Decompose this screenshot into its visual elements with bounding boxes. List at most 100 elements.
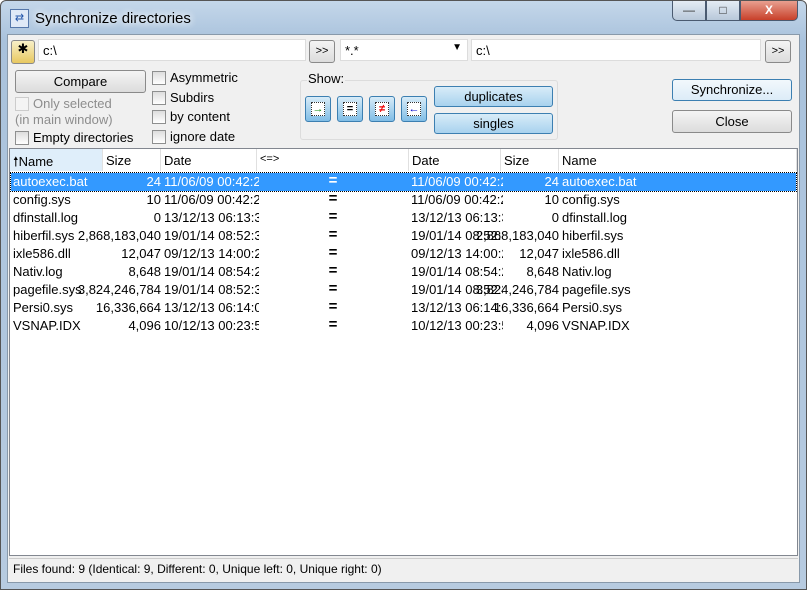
app-icon: ⇄	[10, 9, 29, 28]
cell-left-size: 2,868,183,040	[77, 228, 161, 243]
only-selected-label: Only selected	[33, 96, 112, 111]
not-equal-icon: ≠	[375, 102, 389, 116]
left-path-input[interactable]: c:\	[38, 39, 306, 61]
table-row[interactable]: autoexec.bat 24 11/06/09 00:42:20 = 11/06/09…	[10, 172, 797, 192]
table-row[interactable]: Persi0.sys 16,336,664 13/12/13 06:14:05 = 13…	[11, 298, 796, 317]
show-left-newer-button[interactable]: →	[305, 96, 331, 122]
cell-right-name: Persi0.sys	[562, 300, 622, 315]
cell-right-name: autoexec.bat	[562, 174, 637, 189]
column-header-right-name[interactable]: Name	[559, 149, 797, 171]
arrow-right-icon: →	[311, 102, 325, 116]
column-header-compare[interactable]: <=>	[257, 149, 409, 171]
close-window-button[interactable]: X	[740, 1, 798, 21]
cell-right-name: ixle586.dll	[562, 246, 620, 261]
cell-right-name: pagefile.sys	[562, 282, 631, 297]
cell-right-size: 2,868,183,040	[475, 228, 559, 243]
asymmetric-checkbox[interactable]: Asymmetric	[152, 70, 238, 85]
cell-compare: =	[328, 226, 338, 243]
cell-compare: =	[328, 208, 338, 225]
cell-compare: =	[328, 172, 338, 189]
header-label: Name	[18, 154, 54, 169]
empty-directories-label: Empty directories	[33, 130, 134, 145]
cell-left-size: 24	[146, 174, 161, 189]
only-selected-sublabel: (in main window)	[15, 112, 113, 127]
cell-left-date: 19/01/14 08:54:22	[164, 264, 259, 279]
column-header-left-name[interactable]: 🠕Name	[10, 149, 103, 171]
column-header-right-date[interactable]: Date	[409, 149, 501, 171]
arrow-left-icon: ←	[407, 102, 421, 116]
cell-right-name: VSNAP.IDX	[562, 318, 630, 333]
close-button[interactable]: Close	[672, 110, 792, 133]
cell-left-date: 19/01/14 08:52:32	[164, 228, 259, 243]
equal-icon: =	[343, 102, 357, 116]
compare-button[interactable]: Compare	[15, 70, 146, 93]
cell-right-size: 3,824,246,784	[475, 282, 559, 297]
status-bar: Files found: 9 (Identical: 9, Different:…	[9, 558, 798, 580]
cell-left-size: 8,648	[128, 264, 161, 279]
cell-left-date: 10/12/13 00:23:51	[164, 318, 259, 333]
cell-left-date: 13/12/13 06:14:05	[164, 300, 259, 315]
cell-left-date: 11/06/09 00:42:20	[164, 174, 259, 189]
cell-left-size: 10	[146, 192, 161, 207]
cell-left-date: 11/06/09 00:42:20	[164, 192, 259, 207]
cell-compare: =	[328, 190, 338, 207]
ignore-date-label: ignore date	[170, 129, 236, 144]
maximize-button[interactable]: □	[706, 1, 740, 21]
cell-left-size: 3,824,246,784	[77, 282, 161, 297]
cell-left-date: 13/12/13 06:13:34	[164, 210, 259, 225]
window-title: Synchronize directories	[35, 10, 191, 27]
folder-icon[interactable]: ✱	[11, 40, 35, 64]
column-header-left-date[interactable]: Date	[161, 149, 257, 171]
table-row[interactable]: dfinstall.log 0 13/12/13 06:13:34 = 13/12/13…	[11, 208, 796, 227]
show-right-newer-button[interactable]: ←	[401, 96, 427, 122]
column-header-left-size[interactable]: Size	[103, 149, 161, 171]
browse-left-button[interactable]: >>	[309, 40, 335, 63]
cell-right-size: 16,336,664	[493, 300, 559, 315]
empty-directories-checkbox[interactable]: Empty directories	[15, 130, 133, 145]
file-mask-select[interactable]: *.* ▼	[340, 39, 468, 61]
cell-left-size: 0	[153, 210, 161, 225]
cell-right-name: Nativ.log	[562, 264, 612, 279]
cell-right-size: 24	[544, 174, 559, 189]
minimize-button[interactable]: —	[672, 1, 706, 21]
cell-left-size: 16,336,664	[95, 300, 161, 315]
singles-button[interactable]: singles	[434, 113, 553, 134]
cell-right-name: dfinstall.log	[562, 210, 628, 225]
cell-right-size: 10	[544, 192, 559, 207]
file-list[interactable]: 🠕Name Size Date <=> Date Size Name autoe…	[9, 148, 798, 556]
cell-right-size: 12,047	[519, 246, 559, 261]
ignore-date-checkbox[interactable]: ignore date	[152, 129, 235, 144]
table-row[interactable]: pagefile.sys 3,824,246,784 19/01/14 08:52:…	[11, 280, 796, 299]
cell-compare: =	[328, 262, 338, 279]
subdirs-checkbox[interactable]: Subdirs	[152, 90, 214, 105]
cell-compare: =	[328, 280, 338, 297]
file-mask-value: *.*	[345, 43, 359, 58]
cell-right-name: config.sys	[562, 192, 620, 207]
cell-left-date: 09/12/13 14:00:21	[164, 246, 259, 261]
asymmetric-label: Asymmetric	[170, 70, 238, 85]
table-row[interactable]: Nativ.log 8,648 19/01/14 08:54:22 = 19/01/14…	[11, 262, 796, 281]
table-row[interactable]: ixle586.dll 12,047 09/12/13 14:00:21 = 09/12…	[11, 244, 796, 263]
table-row[interactable]: VSNAP.IDX 4,096 10/12/13 00:23:51 = 10/12/13…	[11, 316, 796, 335]
column-header-right-size[interactable]: Size	[501, 149, 559, 171]
table-row[interactable]: config.sys 10 11/06/09 00:42:20 = 11/06/09 0…	[11, 190, 796, 209]
cell-left-date: 19/01/14 08:52:32	[164, 282, 259, 297]
cell-right-size: 8,648	[526, 264, 559, 279]
table-row[interactable]: hiberfil.sys 2,868,183,040 19/01/14 08:52:…	[11, 226, 796, 245]
cell-left-size: 12,047	[121, 246, 161, 261]
duplicates-button[interactable]: duplicates	[434, 86, 553, 107]
by-content-label: by content	[170, 109, 230, 124]
subdirs-label: Subdirs	[170, 90, 215, 105]
browse-right-button[interactable]: >>	[765, 40, 791, 63]
cell-right-size: 4,096	[526, 318, 559, 333]
show-different-button[interactable]: ≠	[369, 96, 395, 122]
chevron-down-icon: ▼	[452, 42, 462, 53]
right-path-input[interactable]: c:\	[471, 39, 761, 61]
show-equal-button[interactable]: =	[337, 96, 363, 122]
cell-compare: =	[328, 244, 338, 261]
cell-compare: =	[328, 316, 338, 333]
cell-right-size: 0	[551, 210, 559, 225]
synchronize-button[interactable]: Synchronize...	[672, 79, 792, 101]
by-content-checkbox[interactable]: by content	[152, 109, 230, 124]
only-selected-checkbox[interactable]: Only selected	[15, 96, 112, 111]
